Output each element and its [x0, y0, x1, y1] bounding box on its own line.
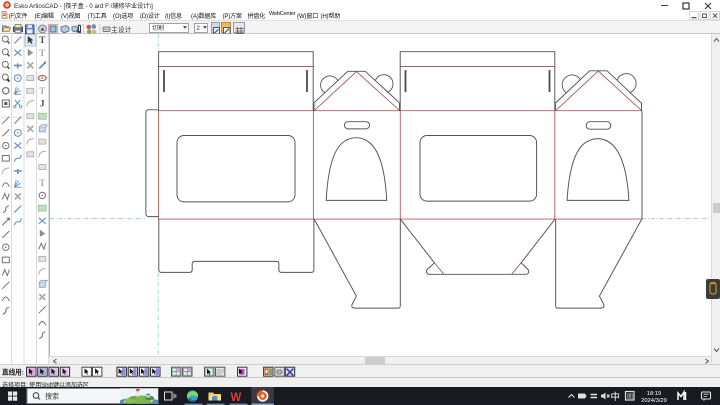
svg-text:主设计: 主设计: [111, 25, 132, 34]
svg-text:2024/3/29: 2024/3/29: [641, 398, 667, 404]
svg-text:J: J: [40, 99, 45, 109]
svg-text:T: T: [39, 178, 45, 188]
svg-text:图: 图: [627, 394, 633, 401]
svg-text:T: T: [39, 48, 45, 58]
svg-text:18:19: 18:19: [647, 391, 662, 397]
svg-text:T: T: [39, 86, 45, 96]
svg-text:T: T: [39, 35, 45, 45]
svg-text:直线用:: 直线用:: [2, 367, 24, 376]
svg-text:中: 中: [611, 391, 621, 403]
svg-text:W: W: [231, 392, 242, 404]
svg-text:搜索: 搜索: [45, 392, 59, 401]
